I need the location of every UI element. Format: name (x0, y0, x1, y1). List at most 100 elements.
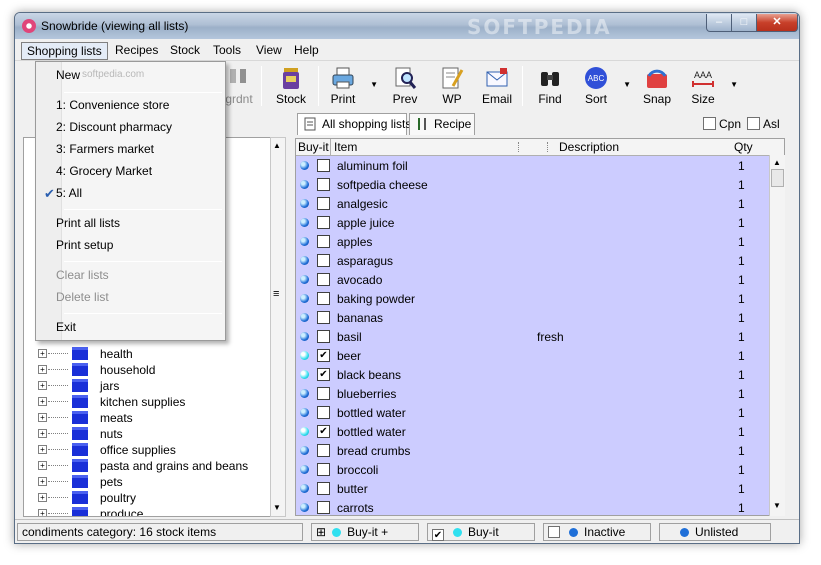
tree-item[interactable]: + health (24, 346, 274, 362)
table-row[interactable]: broccoli 1 (296, 460, 770, 479)
sort-button[interactable]: ABC Sort ▼ (570, 64, 631, 110)
header-buyit[interactable]: Buy-it (298, 140, 329, 154)
expand-icon[interactable]: + (38, 445, 47, 454)
buyit-checkbox[interactable] (317, 197, 330, 210)
prev-button[interactable]: Prev (379, 64, 431, 110)
buyit-checkbox[interactable] (317, 501, 330, 514)
menu-item-all[interactable]: 5: All (56, 186, 82, 200)
column-resize-handle[interactable] (518, 142, 548, 152)
table-row[interactable]: bottled water 1 (296, 403, 770, 422)
stock-button[interactable]: Stock (265, 64, 317, 110)
table-row[interactable]: basil fresh 1 (296, 327, 770, 346)
menu-stock[interactable]: Stock (165, 42, 205, 60)
expand-icon[interactable]: + (38, 477, 47, 486)
find-button[interactable]: Find (524, 64, 576, 110)
menu-item-grocery-market[interactable]: 4: Grocery Market (56, 164, 152, 178)
tree-item[interactable]: + jars (24, 378, 274, 394)
expand-icon[interactable]: + (38, 429, 47, 438)
tree-scrollbar[interactable]: ▲ ≡ ▼ (270, 137, 286, 517)
expand-icon[interactable]: + (38, 397, 47, 406)
table-row[interactable]: carrots 1 (296, 498, 770, 515)
title-bar[interactable]: Snowbride (viewing all lists) SOFTPEDIA … (15, 13, 799, 39)
checkbox-box[interactable] (747, 117, 760, 130)
table-row[interactable]: softpedia cheese 1 (296, 175, 770, 194)
tab-recipe[interactable]: Recipe (409, 113, 475, 135)
asl-checkbox[interactable]: Asl (747, 117, 780, 131)
snap-button[interactable]: Snap (631, 64, 683, 110)
table-row[interactable]: butter 1 (296, 479, 770, 498)
menu-view[interactable]: View (251, 42, 287, 60)
email-button[interactable]: Email (471, 64, 523, 110)
table-row[interactable]: analgesic 1 (296, 194, 770, 213)
print-dropdown-arrow[interactable]: ▼ (370, 80, 378, 89)
header-item[interactable]: Item (334, 140, 357, 154)
buyit-checkbox[interactable] (317, 159, 330, 172)
tab-all-shopping-lists[interactable]: All shopping lists (297, 113, 411, 135)
buyit-checkbox[interactable] (317, 311, 330, 324)
expand-icon[interactable]: + (38, 493, 47, 502)
tree-item[interactable]: + produce (24, 506, 274, 516)
buyit-checkbox[interactable] (317, 178, 330, 191)
table-row[interactable]: bananas 1 (296, 308, 770, 327)
maximize-button[interactable]: □ (731, 14, 757, 32)
menu-help[interactable]: Help (289, 42, 324, 60)
buyit-checkbox[interactable] (317, 387, 330, 400)
tree-item[interactable]: + poultry (24, 490, 274, 506)
tree-item[interactable]: + kitchen supplies (24, 394, 274, 410)
scroll-down-arrow[interactable]: ▼ (773, 501, 781, 510)
scroll-thumb[interactable] (771, 169, 784, 187)
expand-icon[interactable]: + (38, 381, 47, 390)
grid-scrollbar[interactable]: ▲ ▼ (769, 155, 785, 516)
scroll-up-arrow[interactable]: ▲ (773, 158, 781, 167)
menu-item-farmers-market[interactable]: 3: Farmers market (56, 142, 154, 156)
buyit-checkbox[interactable] (317, 273, 330, 286)
expand-icon[interactable]: + (38, 461, 47, 470)
expand-icon[interactable]: + (38, 413, 47, 422)
cpn-checkbox[interactable]: Cpn (703, 117, 741, 131)
table-row[interactable]: avocado 1 (296, 270, 770, 289)
header-description[interactable]: Description (559, 140, 619, 154)
tree-item[interactable]: + pasta and grains and beans (24, 458, 274, 474)
expand-icon[interactable]: + (38, 509, 47, 516)
size-dropdown-arrow[interactable]: ▼ (730, 80, 738, 89)
expand-icon[interactable]: + (38, 365, 47, 374)
table-row[interactable]: ✔ black beans 1 (296, 365, 770, 384)
menu-item-convenience-store[interactable]: 1: Convenience store (56, 98, 169, 112)
header-qty[interactable]: Qty (734, 140, 753, 154)
sort-dropdown-arrow[interactable]: ▼ (623, 80, 631, 89)
table-row[interactable]: aluminum foil 1 (296, 156, 770, 175)
buyit-checkbox[interactable]: ✔ (317, 425, 330, 438)
tree-item[interactable]: + meats (24, 410, 274, 426)
menu-item-exit[interactable]: Exit (56, 320, 76, 334)
menu-recipes[interactable]: Recipes (110, 42, 163, 60)
table-row[interactable]: apple juice 1 (296, 213, 770, 232)
table-row[interactable]: bread crumbs 1 (296, 441, 770, 460)
tree-item[interactable]: + pets (24, 474, 274, 490)
tree-item[interactable]: + household (24, 362, 274, 378)
buyit-checkbox[interactable] (317, 292, 330, 305)
buyit-checkbox[interactable]: ✔ (317, 349, 330, 362)
menu-item-print-all-lists[interactable]: Print all lists (56, 216, 120, 230)
table-row[interactable]: asparagus 1 (296, 251, 770, 270)
scroll-grip[interactable]: ≡ (273, 288, 279, 300)
table-row[interactable]: ✔ beer 1 (296, 346, 770, 365)
menu-tools[interactable]: Tools (208, 42, 246, 60)
minimize-button[interactable]: – (706, 14, 732, 32)
menu-shopping-lists[interactable]: Shopping lists (21, 42, 108, 60)
buyit-checkbox[interactable] (317, 254, 330, 267)
table-row[interactable]: ✔ bottled water 1 (296, 422, 770, 441)
buyit-checkbox[interactable] (317, 482, 330, 495)
print-button[interactable]: Print ▼ (317, 64, 378, 110)
scroll-down-arrow[interactable]: ▼ (273, 503, 281, 512)
table-row[interactable]: apples 1 (296, 232, 770, 251)
buyit-checkbox[interactable] (317, 463, 330, 476)
menu-item-new[interactable]: New (56, 68, 80, 82)
tree-item[interactable]: + nuts (24, 426, 274, 442)
buyit-checkbox[interactable] (317, 406, 330, 419)
expand-icon[interactable]: + (38, 349, 47, 358)
table-row[interactable]: baking powder 1 (296, 289, 770, 308)
menu-item-print-setup[interactable]: Print setup (56, 238, 113, 252)
buyit-checkbox[interactable] (317, 235, 330, 248)
buyit-checkbox[interactable]: ✔ (317, 368, 330, 381)
buyit-checkbox[interactable] (317, 330, 330, 343)
